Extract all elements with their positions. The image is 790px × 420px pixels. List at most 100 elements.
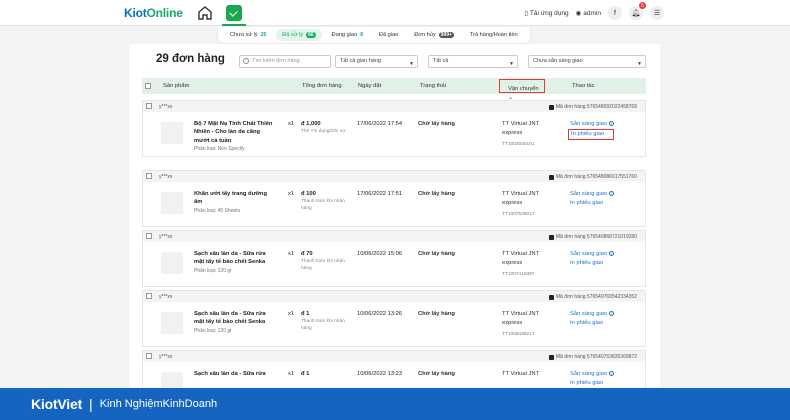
page-title: 29 đơn hàng <box>156 53 225 65</box>
status-filter-select[interactable]: Chưa sẵn sàng giao ▼ <box>528 55 646 68</box>
download-app-link[interactable]: ▯ Tải ứng dụng <box>524 9 568 18</box>
tab-shipping[interactable]: Đang giao 8 <box>326 29 369 41</box>
quantity: x1 <box>288 251 295 257</box>
order-status-tabs: Chưa xử lý 25 Đã xử lý 66 Đang giao 8 Đã gi… <box>218 27 530 43</box>
order-actions: Sẵn sàng giao i In phiếu giao <box>570 370 614 388</box>
order-checkbox[interactable] <box>146 103 152 109</box>
menu-icon[interactable]: ☰ <box>650 6 664 20</box>
order-body: Bộ 7 Mặt Nạ Tinh Chất Thiên Nhiên - Cho … <box>143 112 645 156</box>
tracking-number: TT1007415397 <box>502 272 535 277</box>
tiktok-icon <box>548 104 554 110</box>
tracking-number: TT1002040101 <box>502 142 535 147</box>
order-actions: Sẵn sàng giao i In phiếu giao <box>570 190 614 208</box>
product-variant: Phân loại: 45 Sheets <box>194 208 241 214</box>
order-number: Mã đơn hàng 576548092022458768 <box>548 104 637 110</box>
order-total: đ 70 <box>301 251 313 257</box>
col-total: Tổng đơn hàng <box>302 83 342 89</box>
order-checkbox[interactable] <box>146 353 152 359</box>
ready-to-ship-link[interactable]: Sẵn sàng giao i <box>570 310 614 319</box>
order-date: 10/06/2022 15:06 <box>357 251 403 257</box>
order-header: y***xx Mã đơn hàng 576548092022458768 <box>143 101 645 112</box>
print-delivery-slip-link[interactable]: In phiếu giao <box>570 259 614 268</box>
chevron-down-icon: ▼ <box>509 61 514 67</box>
tab-unprocessed[interactable]: Chưa xử lý 25 <box>224 29 272 41</box>
tab-cancelled[interactable]: Đơn hủy 999+ <box>408 29 460 41</box>
buyer-name: y***xx <box>159 104 173 110</box>
order-number: Mã đơn hàng 576540868721019280 <box>548 234 637 240</box>
user-menu[interactable]: ◉ admin <box>575 9 601 18</box>
tiktok-icon <box>548 174 554 180</box>
info-icon: i <box>608 250 614 256</box>
order-checkbox[interactable] <box>146 233 152 239</box>
bell-icon[interactable]: 🔔︎ 5 <box>629 2 646 20</box>
buyer-name: y***xx <box>159 294 173 300</box>
search-input[interactable]: Tìm kiếm đơn hàng <box>239 55 331 68</box>
col-shipping-sort[interactable]: Vận chuyển ⌄ <box>499 79 545 101</box>
order-number: Mã đơn hàng 576540769542334352 <box>548 294 637 300</box>
kiotonline-logo[interactable]: KiotOnline <box>124 6 183 20</box>
buyer-name: y***xx <box>159 174 173 180</box>
order-body: Sạch sâu làn da - Sữa rửa mặt tẩy tế bào… <box>143 302 645 346</box>
type-filter-select[interactable]: Tất cả ▼ <box>428 55 518 68</box>
orders-icon[interactable] <box>226 5 242 21</box>
shipping-carrier: TT Virtual JNT express <box>502 191 540 206</box>
tab-returns[interactable]: Trả hàng/Hoàn tiền <box>464 29 524 41</box>
buyer-name: y***xx <box>159 354 173 360</box>
user-icon: ◉ <box>575 10 582 17</box>
order-checkbox[interactable] <box>146 173 152 179</box>
order-total: đ 1 <box>301 311 310 317</box>
shipping-carrier: TT Virtual JNT express <box>502 311 540 326</box>
print-delivery-slip-link[interactable]: In phiếu giao <box>570 379 614 388</box>
product-variant: Phân loại: 120 gr <box>194 268 232 274</box>
product-name: Sạch sâu làn da - Sữa rửa mặt tẩy tế bào… <box>194 251 266 266</box>
banner-tagline: Kinh NghiệmKinhDoanh <box>99 398 218 410</box>
ready-to-ship-link[interactable]: Sẵn sàng giao i <box>570 120 614 129</box>
store-filter-select[interactable]: Tất cả gian hàng ▼ <box>335 55 418 68</box>
payment-method: Thanh toán khi nhận hàng <box>301 319 345 331</box>
order-body: Khăn ướt tẩy trang dưỡng ẩm Phân loại: 45… <box>143 182 645 226</box>
print-delivery-slip-link[interactable]: In phiếu giao <box>570 319 614 328</box>
tiktok-icon <box>548 234 554 240</box>
payment-method: Thẻ Tín dụng/Ghi nợ <box>301 129 346 134</box>
shipping-carrier: TT Virtual JNT express <box>502 251 540 266</box>
tab-delivered[interactable]: Đã giao <box>373 29 404 41</box>
product-name: Bộ 7 Mặt Nạ Tinh Chất Thiên Nhiên - Cho … <box>194 121 273 144</box>
active-nav-indicator <box>222 24 246 26</box>
order-total: đ 1,000 <box>301 121 321 127</box>
order-actions: Sẵn sàng giao i In phiếu giao <box>568 120 614 140</box>
quantity: x1 <box>288 311 295 317</box>
order-status: Chờ lấy hàng <box>418 121 455 127</box>
order-number: Mã đơn hàng 576548086617551760 <box>548 174 637 180</box>
ready-to-ship-link[interactable]: Sẵn sàng giao i <box>570 370 614 379</box>
select-all-checkbox[interactable] <box>145 83 151 89</box>
info-icon: i <box>608 190 614 196</box>
order-header: y***xx Mã đơn hàng 576540868721019280 <box>143 231 645 242</box>
quantity: x1 <box>288 371 295 377</box>
tab-processed[interactable]: Đã xử lý 66 <box>276 29 322 41</box>
ready-to-ship-link[interactable]: Sẵn sàng giao i <box>570 250 614 259</box>
chevron-down-icon: ▼ <box>637 61 642 67</box>
facebook-icon[interactable]: f <box>608 6 622 20</box>
tiktok-icon <box>548 354 554 360</box>
order-checkbox[interactable] <box>146 293 152 299</box>
info-icon: i <box>608 310 614 316</box>
product-thumbnail <box>161 122 183 144</box>
col-product: Sản phẩm <box>163 83 190 89</box>
ready-to-ship-link[interactable]: Sẵn sàng giao i <box>570 190 614 199</box>
order-date: 17/06/2022 17:54 <box>357 121 403 127</box>
product-name: Sạch sâu làn da - Sữa rửa mặt tẩy tế bào… <box>194 311 266 326</box>
payment-method: Thanh toán khi nhận hàng <box>301 259 345 271</box>
product-variant: Phân loại: 120 gr <box>194 328 232 334</box>
print-delivery-slip-link[interactable]: In phiếu giao <box>570 199 614 208</box>
tracking-number: TT1007535017 <box>502 212 535 217</box>
watermark-banner: KiotViet | Kinh NghiệmKinhDoanh <box>0 388 790 420</box>
order-actions: Sẵn sàng giao i In phiếu giao <box>570 250 614 268</box>
order-status: Chờ lấy hàng <box>418 371 455 377</box>
home-icon[interactable] <box>196 4 214 22</box>
table-header: Sản phẩm Tổng đơn hàng Ngày đặt Trạng th… <box>142 78 646 101</box>
quantity: x1 <box>288 121 295 127</box>
print-delivery-slip-link[interactable]: In phiếu giao <box>568 128 614 140</box>
info-icon: i <box>608 370 614 376</box>
order-actions: Sẵn sàng giao i In phiếu giao <box>570 310 614 328</box>
shipping-carrier: TT Virtual JNT <box>502 371 540 377</box>
